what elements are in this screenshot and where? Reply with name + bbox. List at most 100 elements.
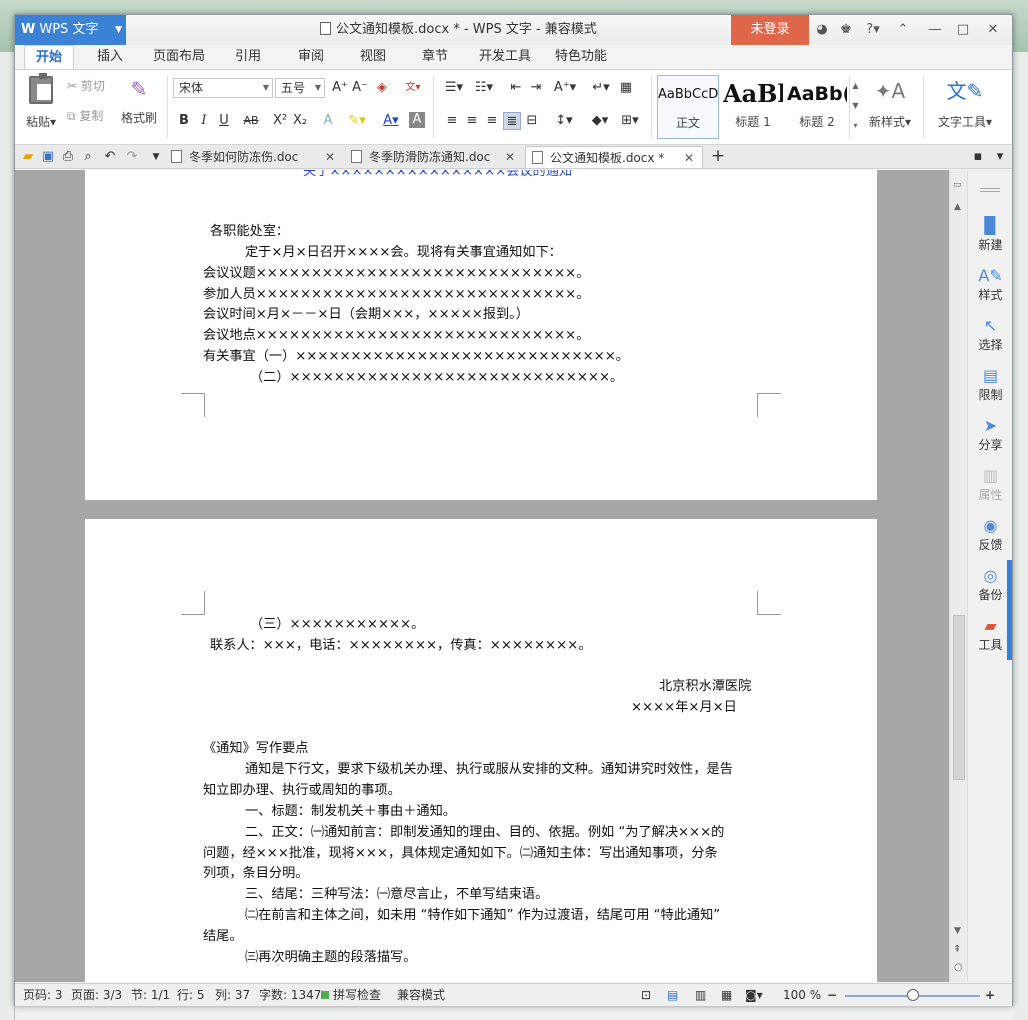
status-row[interactable]: 行: 5 [177, 984, 205, 1006]
vertical-scrollbar[interactable]: ▭ ▲ ▼ ⇞ ○ [949, 170, 967, 982]
borders-icon[interactable]: ⊞▾ [617, 112, 643, 130]
doc-tab-1[interactable]: 冬季如何防冻伤.doc ✕ [165, 146, 343, 168]
tab-page-layout[interactable]: 页面布局 [149, 45, 209, 69]
close-tab-icon[interactable]: ✕ [684, 147, 694, 169]
strikethrough-icon[interactable]: AB [239, 112, 263, 130]
show-marks-icon[interactable]: ↵▾ [591, 79, 611, 97]
zoom-out-icon[interactable]: − [827, 984, 837, 1006]
side-panel-toggle[interactable] [1007, 560, 1012, 660]
print-icon[interactable]: ⎙ [59, 148, 77, 166]
zoom-level[interactable]: 100 % [783, 984, 821, 1006]
align-center-icon[interactable]: ≡ [463, 112, 481, 130]
collapse-ribbon-icon[interactable]: ⌃ [893, 15, 913, 45]
superscript-icon[interactable]: X² [271, 112, 289, 130]
side-style-button[interactable]: A✎ 样式 [968, 266, 1013, 303]
undo-icon[interactable]: ↶ [101, 148, 119, 166]
font-size-select[interactable]: 五号 ▼ [275, 78, 325, 98]
document-canvas[interactable]: 关于××××××××××××××××会议的通知 各职能处室： 定于×月×日召开×… [15, 170, 949, 982]
zoom-in-icon[interactable]: + [985, 984, 995, 1006]
font-color-icon[interactable]: A▾ [379, 112, 403, 130]
status-section[interactable]: 节: 1/1 [131, 984, 170, 1006]
align-right-icon[interactable]: ≡ [483, 112, 501, 130]
tab-view[interactable]: 视图 [353, 45, 393, 69]
numbered-list-icon[interactable]: ☷▾ [471, 79, 497, 97]
reading-mode-icon[interactable]: ◙▾ [745, 984, 763, 1006]
close-tab-icon[interactable]: ✕ [325, 146, 335, 168]
text-effect-icon[interactable]: A [319, 112, 337, 130]
tab-review[interactable]: 审阅 [291, 45, 331, 69]
italic-icon[interactable]: I [195, 112, 213, 130]
justify-icon[interactable]: ≣ [503, 112, 521, 130]
scroll-up-icon[interactable]: ▲ [954, 202, 961, 212]
shirt-icon[interactable]: ♚ [837, 15, 855, 45]
tab-developer[interactable]: 开发工具 [475, 45, 535, 69]
close-icon[interactable]: ✕ [983, 15, 1003, 45]
underline-icon[interactable]: U [215, 112, 233, 130]
increase-indent-icon[interactable]: ⇥ [527, 79, 545, 97]
outline-view-icon[interactable]: ▥ [695, 984, 706, 1006]
decrease-indent-icon[interactable]: ⇤ [507, 79, 525, 97]
style-heading-2[interactable]: AaBb( 标题 2 [787, 75, 847, 139]
side-select-button[interactable]: ↖ 选择 [968, 316, 1013, 353]
save-icon[interactable]: ▣ [39, 148, 57, 166]
phonetic-guide-icon[interactable]: 文▾ [399, 79, 427, 97]
tab-home[interactable]: 开始 [24, 45, 74, 69]
bullet-list-icon[interactable]: ☰▾ [441, 79, 467, 97]
tab-references[interactable]: 引用 [228, 45, 268, 69]
chinese-layout-icon[interactable]: A⁺▾ [551, 79, 579, 97]
bold-icon[interactable]: B [175, 112, 193, 130]
side-new-button[interactable]: ▉ 新建 [968, 216, 1013, 253]
open-folder-icon[interactable]: ▰ [19, 148, 37, 166]
status-column[interactable]: 列: 37 [215, 984, 250, 1006]
subscript-icon[interactable]: X₂ [291, 112, 309, 130]
help-button[interactable]: ?▾ [861, 15, 885, 45]
scrollbar-thumb[interactable] [953, 615, 965, 780]
login-button[interactable]: 未登录 [731, 15, 809, 45]
format-painter-button[interactable]: ✎ 格式刷 [117, 76, 161, 126]
web-view-icon[interactable]: ▦ [721, 984, 732, 1006]
wps-app-menu-button[interactable]: W WPS 文字 ▼ [15, 15, 126, 45]
shading-icon[interactable]: ◆▾ [587, 112, 613, 130]
table-grid-icon[interactable]: ▦ [617, 79, 635, 97]
redo-icon[interactable]: ↷ [123, 148, 141, 166]
align-left-icon[interactable]: ≡ [443, 112, 461, 130]
doc-tab-2[interactable]: 冬季防滑防冻通知.doc ✕ [345, 146, 523, 168]
close-tab-icon[interactable]: ✕ [505, 146, 515, 168]
side-properties-button[interactable]: ▥ 属性 [968, 466, 1013, 503]
tab-insert[interactable]: 插入 [90, 45, 130, 69]
font-name-select[interactable]: 宋体 ▼ [173, 78, 273, 98]
style-heading-1[interactable]: AaBl 标题 1 [723, 75, 783, 139]
minimize-icon[interactable]: — [925, 15, 945, 45]
side-restrict-button[interactable]: ▤ 限制 [968, 366, 1013, 403]
prev-page-icon[interactable]: ⇞ [953, 944, 961, 955]
side-share-button[interactable]: ➤ 分享 [968, 416, 1013, 453]
fullscreen-view-icon[interactable]: ⊡ [641, 984, 651, 1006]
scroll-down-icon[interactable]: ▼ [954, 926, 961, 936]
cut-button[interactable]: ✂ 剪切 [67, 78, 117, 94]
tab-menu-icon[interactable]: ▾ [991, 148, 1009, 166]
select-browse-icon[interactable]: ○ [954, 962, 963, 973]
tab-special[interactable]: 特色功能 [551, 45, 611, 69]
paste-button[interactable]: 粘贴▾ [23, 73, 59, 138]
status-word-count[interactable]: 字数: 1347 [259, 984, 321, 1006]
clear-format-icon[interactable]: ◈ [373, 79, 391, 97]
tab-chapter[interactable]: 章节 [415, 45, 455, 69]
quick-access-menu-icon[interactable]: ▼ [147, 148, 165, 166]
status-pages[interactable]: 页面: 3/3 [71, 984, 122, 1006]
zoom-slider-knob[interactable] [906, 989, 919, 1001]
print-preview-icon[interactable]: ⌕ [79, 148, 97, 166]
copy-button[interactable]: ⧉ 复制 [67, 108, 117, 124]
skin-icon[interactable]: ◕ [813, 15, 831, 45]
style-normal[interactable]: AaBbCcD 正文 [657, 75, 719, 139]
shrink-font-icon[interactable]: A⁻ [351, 79, 369, 97]
side-feedback-button[interactable]: ◉ 反馈 [968, 516, 1013, 553]
new-style-button[interactable]: ✦A 新样式▾ [865, 76, 915, 130]
line-spacing-icon[interactable]: ↕▾ [551, 112, 577, 130]
status-page-number[interactable]: 页码: 3 [23, 984, 63, 1006]
text-tools-button[interactable]: 文✎ 文字工具▾ [933, 76, 997, 130]
doc-tab-3[interactable]: 公文通知模板.docx * ✕ [525, 146, 703, 168]
grow-font-icon[interactable]: A⁺ [331, 79, 349, 97]
distribute-icon[interactable]: ⊟ [523, 112, 541, 130]
style-gallery-scroll[interactable]: ▲ ▼ ▾ [849, 76, 861, 138]
scroll-split-icon[interactable]: ▭ [953, 180, 962, 190]
